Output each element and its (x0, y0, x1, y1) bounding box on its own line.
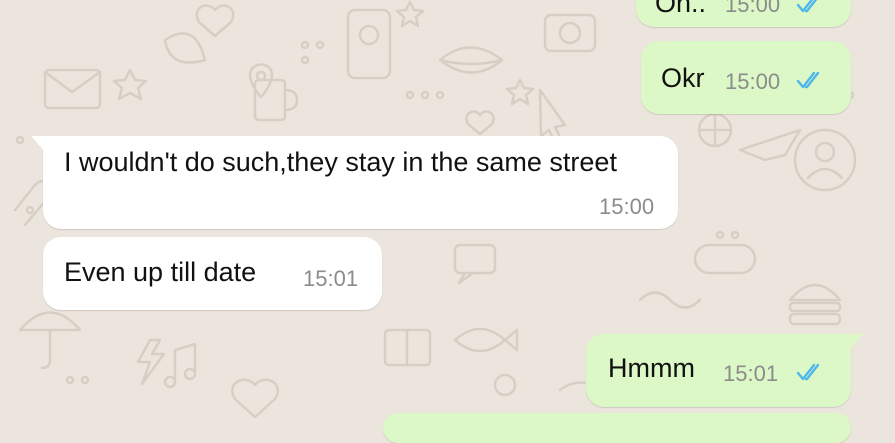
double-check-icon (796, 0, 818, 13)
message-text: Even up till date (64, 257, 257, 287)
message-timestamp: 15:00 (725, 0, 781, 17)
chat-message-outgoing[interactable]: Hmmm 15:01 (586, 334, 863, 407)
chat-message-outgoing[interactable] (383, 413, 851, 443)
double-check-icon (796, 363, 820, 381)
message-timestamp: 15:01 (723, 361, 779, 386)
message-timestamp: 15:00 (725, 69, 781, 94)
bubble-tail (31, 136, 45, 152)
message-text: Okr (661, 63, 705, 93)
chat-message-outgoing[interactable]: Okr 15:00 (641, 41, 851, 114)
message-timestamp: 15:00 (599, 194, 655, 219)
message-text: Hmmm (608, 353, 695, 383)
double-check-icon (796, 71, 820, 89)
message-text: I wouldn't do such,they stay in the same… (64, 147, 617, 177)
chat-message-incoming[interactable]: I wouldn't do such,they stay in the same… (31, 136, 678, 229)
bubble-tail (849, 334, 863, 350)
message-timestamp: 15:01 (303, 266, 359, 291)
chat-message-incoming[interactable]: Even up till date 15:01 (43, 237, 382, 310)
chat-message-outgoing[interactable]: Oh.. 15:00 (636, 0, 851, 27)
message-text: Oh.. (655, 0, 707, 18)
